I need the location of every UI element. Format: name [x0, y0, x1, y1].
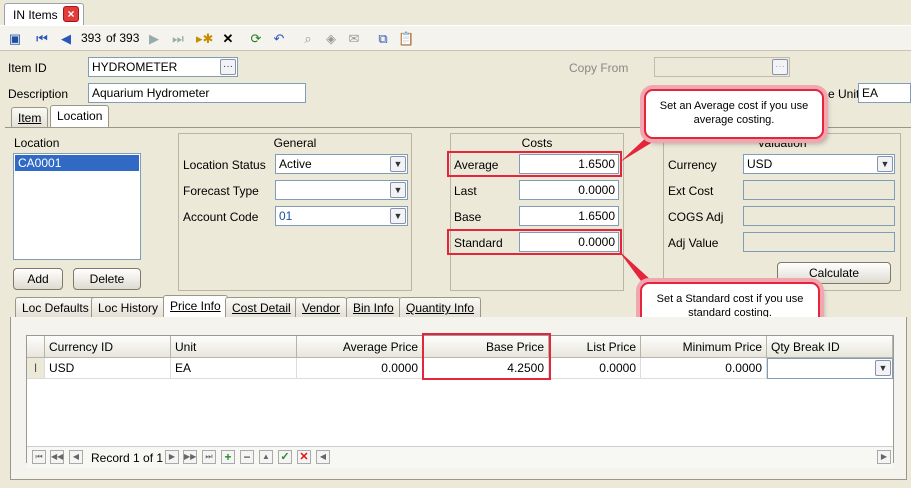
nav-last-icon[interactable]: ⏭	[202, 450, 216, 464]
row-edit-indicator[interactable]: I	[27, 358, 45, 379]
nav-next-page-icon[interactable]: ▶▶	[183, 450, 197, 464]
tab-cost-detail[interactable]: Cost Detail	[225, 297, 298, 317]
remove-row-icon[interactable]: −	[240, 450, 254, 464]
column-header-unit[interactable]: Unit	[171, 336, 297, 358]
cancel-edit-icon[interactable]: ✕	[297, 450, 311, 464]
nav-prev-page-icon[interactable]: ◀◀	[50, 450, 64, 464]
tab-loc-defaults[interactable]: Loc Defaults	[15, 297, 96, 317]
column-header-currency-id[interactable]: Currency ID	[45, 336, 171, 358]
column-header-list-price[interactable]: List Price	[549, 336, 641, 358]
cell-minimum-price[interactable]: 0.0000	[641, 358, 767, 379]
column-header-qty-break-id[interactable]: Qty Break ID	[767, 336, 893, 358]
scroll-right-icon[interactable]: ▶	[877, 450, 891, 464]
edit-row-icon[interactable]: ▲	[259, 450, 273, 464]
tab-vendor[interactable]: Vendor	[295, 297, 348, 317]
chevron-down-icon[interactable]: ▼	[875, 360, 891, 376]
cell-currency-id[interactable]: USD	[45, 358, 171, 379]
tab-price-info[interactable]: Price Info	[163, 295, 228, 317]
nav-first-icon[interactable]: ⏮	[32, 450, 46, 464]
tab-quantity-info[interactable]: Quantity Info	[399, 297, 482, 317]
cell-list-price[interactable]: 0.0000	[549, 358, 641, 379]
post-edit-icon[interactable]: ✓	[278, 450, 292, 464]
tab-bin-info[interactable]: Bin Info	[346, 297, 401, 317]
average-callout: Set an Average cost if you use average c…	[644, 89, 824, 139]
nav-prev-icon[interactable]: ◀	[69, 450, 83, 464]
base-price-highlight-box	[422, 333, 551, 380]
column-header-minimum-price[interactable]: Minimum Price	[641, 336, 767, 358]
cell-qty-break-id[interactable]: ▼	[767, 358, 893, 379]
scroll-left-icon[interactable]: ◀	[316, 450, 330, 464]
column-header-average-price[interactable]: Average Price	[297, 336, 423, 358]
cell-unit[interactable]: EA	[171, 358, 297, 379]
row-header-corner	[27, 336, 45, 358]
record-counter: Record 1 of 1	[91, 451, 164, 465]
cell-average-price[interactable]: 0.0000	[297, 358, 423, 379]
nav-next-icon[interactable]: ▶	[165, 450, 179, 464]
tab-loc-history[interactable]: Loc History	[91, 297, 166, 317]
add-row-icon[interactable]: +	[221, 450, 235, 464]
